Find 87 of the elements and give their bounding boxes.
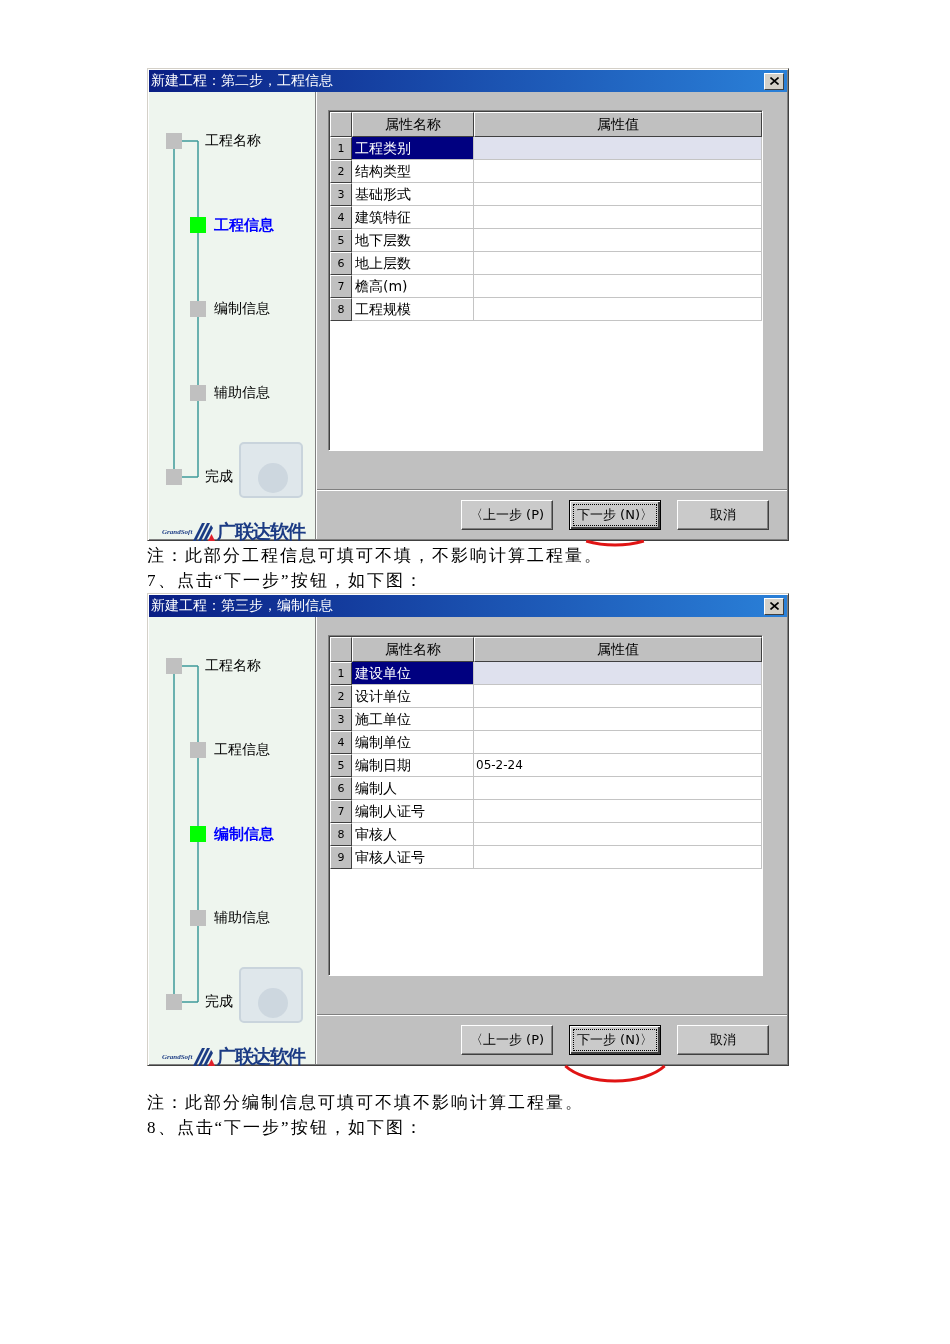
column-header: 属性名称 bbox=[352, 112, 474, 137]
value-field[interactable] bbox=[474, 731, 762, 754]
step-label: 工程名称 bbox=[205, 657, 261, 675]
wizard-button[interactable]: 〈上一步 (P) bbox=[461, 500, 553, 530]
row-number: 2 bbox=[330, 160, 352, 183]
property-name-cell[interactable]: 檐高(m) bbox=[352, 275, 474, 298]
value-field[interactable] bbox=[474, 823, 762, 846]
stripes-logo-icon bbox=[193, 1046, 216, 1066]
row-number: 2 bbox=[330, 685, 352, 708]
row-number: 3 bbox=[330, 183, 352, 206]
value-field[interactable] bbox=[474, 183, 762, 206]
faded-emblem-drawing bbox=[239, 967, 303, 1023]
row-number: 9 bbox=[330, 846, 352, 869]
row-number: 5 bbox=[330, 754, 352, 777]
wizard-button[interactable]: 取消 bbox=[677, 1025, 769, 1055]
step-label: 编制信息 bbox=[214, 300, 270, 318]
close-button[interactable] bbox=[764, 72, 784, 90]
body-text: 8、点击“下一步”按钮，如下图： bbox=[147, 1117, 424, 1139]
value-field[interactable] bbox=[474, 137, 762, 160]
step-label: 工程名称 bbox=[205, 132, 261, 150]
row-number: 4 bbox=[330, 206, 352, 229]
row-number: 1 bbox=[330, 137, 352, 160]
step-label: 工程信息 bbox=[214, 215, 274, 235]
row-number: 8 bbox=[330, 823, 352, 846]
step-label: 辅助信息 bbox=[214, 384, 270, 402]
step-label: 编制信息 bbox=[214, 824, 274, 844]
wizard-button[interactable]: 下一步 (N)〉 bbox=[569, 500, 661, 530]
value-field[interactable] bbox=[474, 252, 762, 275]
value-field[interactable]: 05-2-24 bbox=[474, 754, 762, 777]
body-text: 7、点击“下一步”按钮，如下图： bbox=[147, 570, 424, 592]
property-name-cell[interactable]: 建筑特征 bbox=[352, 206, 474, 229]
brand-name: 广联达软件 bbox=[217, 1044, 305, 1068]
value-field[interactable] bbox=[474, 685, 762, 708]
row-number: 4 bbox=[330, 731, 352, 754]
body-text: 注：此部分编制信息可填可不填不影响计算工程量。 bbox=[147, 1092, 584, 1114]
row-number: 8 bbox=[330, 298, 352, 321]
step-label: 工程信息 bbox=[214, 741, 270, 759]
value-field[interactable] bbox=[474, 777, 762, 800]
row-number: 6 bbox=[330, 252, 352, 275]
row-number: 7 bbox=[330, 800, 352, 823]
close-icon bbox=[769, 77, 779, 85]
property-name-cell[interactable]: 工程类别 bbox=[352, 137, 474, 160]
column-header: 属性名称 bbox=[352, 637, 474, 662]
property-name-cell[interactable]: 结构类型 bbox=[352, 160, 474, 183]
wizard-button[interactable]: 下一步 (N)〉 bbox=[569, 1025, 661, 1055]
value-field[interactable] bbox=[474, 846, 762, 869]
property-name-cell[interactable]: 编制人证号 bbox=[352, 800, 474, 823]
step-label: 完成 bbox=[205, 993, 233, 1011]
property-name-cell[interactable]: 编制单位 bbox=[352, 731, 474, 754]
close-button[interactable] bbox=[764, 597, 784, 615]
property-name-cell[interactable]: 编制日期 bbox=[352, 754, 474, 777]
wizard-button[interactable]: 〈上一步 (P) bbox=[461, 1025, 553, 1055]
value-field[interactable] bbox=[474, 275, 762, 298]
property-name-cell[interactable]: 审核人证号 bbox=[352, 846, 474, 869]
faded-emblem-drawing bbox=[239, 442, 303, 498]
window-title: 新建工程：第二步，工程信息 bbox=[151, 72, 333, 90]
stripes-logo-icon bbox=[193, 521, 216, 541]
property-name-cell[interactable]: 审核人 bbox=[352, 823, 474, 846]
row-number: 6 bbox=[330, 777, 352, 800]
column-header: 属性值 bbox=[474, 112, 762, 137]
property-name-cell[interactable]: 建设单位 bbox=[352, 662, 474, 685]
property-name-cell[interactable]: 地下层数 bbox=[352, 229, 474, 252]
value-field[interactable] bbox=[474, 800, 762, 823]
property-name-cell[interactable]: 设计单位 bbox=[352, 685, 474, 708]
value-field[interactable] bbox=[474, 206, 762, 229]
property-name-cell[interactable]: 地上层数 bbox=[352, 252, 474, 275]
row-number: 7 bbox=[330, 275, 352, 298]
value-field[interactable] bbox=[474, 160, 762, 183]
value-field[interactable] bbox=[474, 708, 762, 731]
row-number: 1 bbox=[330, 662, 352, 685]
property-name-cell[interactable]: 施工单位 bbox=[352, 708, 474, 731]
step-label: 辅助信息 bbox=[214, 909, 270, 927]
value-field[interactable] bbox=[474, 662, 762, 685]
brand-name: 广联达软件 bbox=[217, 519, 305, 543]
row-number: 3 bbox=[330, 708, 352, 731]
window-title: 新建工程：第三步，编制信息 bbox=[151, 597, 333, 615]
property-name-cell[interactable]: 编制人 bbox=[352, 777, 474, 800]
close-icon bbox=[769, 602, 779, 610]
row-number: 5 bbox=[330, 229, 352, 252]
property-name-cell[interactable]: 基础形式 bbox=[352, 183, 474, 206]
property-name-cell[interactable]: 工程规模 bbox=[352, 298, 474, 321]
step-label: 完成 bbox=[205, 468, 233, 486]
column-header: 属性值 bbox=[474, 637, 762, 662]
wizard-button[interactable]: 取消 bbox=[677, 500, 769, 530]
body-text: 注：此部分工程信息可填可不填，不影响计算工程量。 bbox=[147, 545, 603, 567]
value-field[interactable] bbox=[474, 298, 762, 321]
value-field[interactable] bbox=[474, 229, 762, 252]
